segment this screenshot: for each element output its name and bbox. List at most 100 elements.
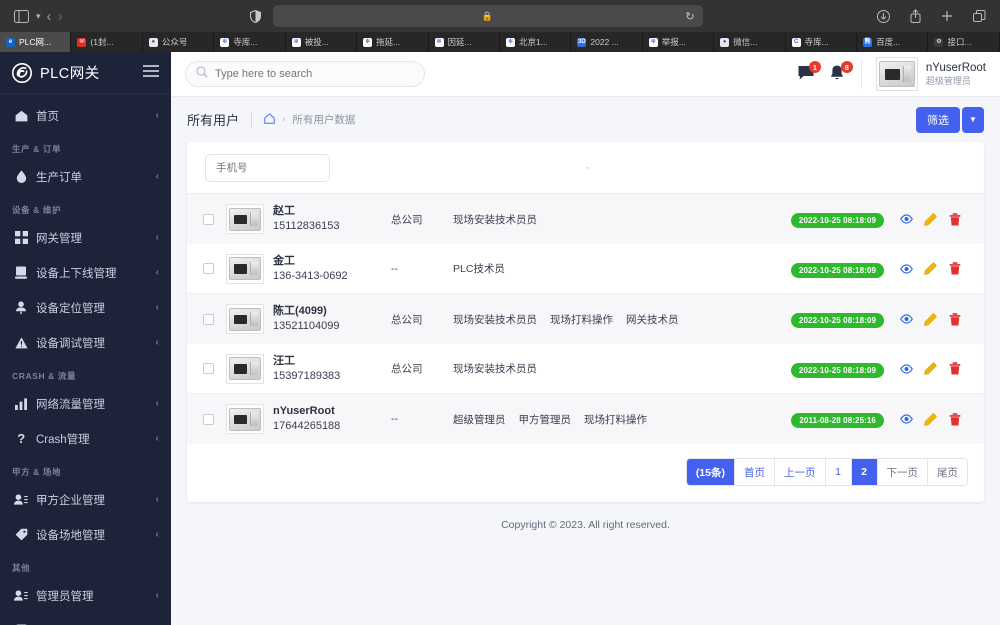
edit-pencil-icon[interactable] — [924, 262, 937, 275]
url-bar[interactable]: 🔒 ↻ — [272, 5, 703, 27]
browser-tab[interactable]: ✻ 寺库... — [214, 32, 286, 52]
plc-device-avatar — [229, 407, 261, 431]
browser-tab[interactable]: ✻ 北京1... — [499, 32, 572, 52]
sidebar-item-1-g3[interactable]: 网络流量管理 ‹ — [0, 386, 171, 421]
row-checkbox[interactable] — [203, 413, 214, 425]
filter-dot: · — [585, 161, 590, 174]
view-eye-icon[interactable] — [900, 313, 913, 326]
page-title: 所有用户 — [187, 113, 240, 128]
browser-tab[interactable]: ✻ 因延... — [428, 32, 500, 52]
user-block[interactable]: nYuserRoot 超级管理员 — [860, 57, 986, 91]
browser-tab[interactable]: 熊百度... — [857, 32, 929, 52]
sidebar-item-label: 设备上下线管理 — [36, 267, 117, 280]
delete-trash-icon[interactable] — [948, 412, 961, 426]
sidebar-brand[interactable]: PLC网关 — [0, 52, 171, 94]
row-checkbox[interactable] — [203, 213, 214, 225]
delete-trash-icon[interactable] — [948, 262, 961, 275]
sidebar-toggle-icon[interactable] — [10, 5, 32, 27]
table-row[interactable]: nYuserRoot 17644265188 -- 超级管理员 甲方管理员 现场打料操作 2… — [187, 394, 984, 444]
browser-tab[interactable]: ✻ 举报... — [642, 32, 715, 52]
pagination-plain-6[interactable]: 尾页 — [928, 459, 967, 485]
pagination-link-3[interactable]: 1 — [825, 459, 852, 485]
user-phone: 17644265188 — [273, 420, 341, 432]
row-checkbox[interactable] — [203, 363, 214, 374]
delete-trash-icon[interactable] — [948, 212, 961, 226]
phone-input[interactable] — [205, 153, 330, 182]
browser-tab[interactable]: ✻ 拖延... — [357, 32, 429, 52]
view-eye-icon[interactable] — [900, 262, 913, 275]
sidebar-item-2-g2[interactable]: 设备上下线管理 ‹ — [0, 255, 171, 290]
browser-tab[interactable]: ● 公众号 — [142, 32, 215, 52]
avatar — [226, 304, 264, 334]
breadcrumb-bar: 所有用户 › 所有用户数据 筛选 ▼ — [171, 97, 1000, 142]
question-icon: ? — [14, 432, 28, 445]
sidebar-item-2-g3[interactable]: ? Crash管理 ‹ — [0, 421, 171, 456]
share-icon[interactable] — [904, 5, 926, 27]
bell-count-badge: 8 — [840, 61, 853, 73]
browser-tab[interactable]: 3D 2022 ... — [571, 32, 643, 52]
sidebar-item-1-g4[interactable]: 甲方企业管理 ‹ — [0, 482, 171, 517]
chevron-down-icon[interactable]: ▼ — [962, 106, 984, 133]
reload-icon[interactable]: ↻ — [685, 10, 694, 23]
row-checkbox[interactable] — [203, 313, 214, 325]
sidebar-item-3-g2[interactable]: 设备定位管理 ‹ — [0, 290, 171, 325]
role-tag: 现场安装技术员员 — [453, 213, 537, 226]
browser-tab[interactable]: ✉ (1封... — [71, 32, 143, 52]
home-icon[interactable] — [264, 112, 275, 127]
browser-tab-label: 百度... — [876, 37, 901, 47]
browser-tab-label: 拖延... — [376, 37, 401, 47]
search-input[interactable] — [215, 68, 414, 80]
new-tab-icon[interactable] — [936, 5, 958, 27]
browser-tab[interactable]: C 寺库... — [785, 32, 858, 52]
edit-pencil-icon[interactable] — [924, 212, 937, 226]
pagination-count-0[interactable]: (15条) — [686, 459, 735, 485]
hamburger-icon[interactable] — [143, 65, 159, 80]
table-row[interactable]: 汪工 15397189383 总公司 现场安装技术员员 2022-10-25 08:18… — [187, 344, 984, 394]
chevron-down-icon[interactable]: ▾ — [36, 11, 41, 22]
pagination-plain-5[interactable]: 下一页 — [877, 459, 928, 485]
browser-tab[interactable]: ✻ 被投... — [285, 32, 358, 52]
table-row[interactable]: 赵工 15112836153 总公司 现场安装技术员员 2022-10-25 08:18… — [187, 194, 984, 244]
shield-icon[interactable] — [245, 5, 267, 27]
pagination-active-4[interactable]: 2 — [851, 459, 878, 485]
edit-pencil-icon[interactable] — [924, 362, 937, 375]
role-tag: 现场安装技术员员 — [453, 313, 537, 326]
table-row[interactable]: 金工 136-3413-0692 -- PLC技术员 2022-10-25 08:18:… — [187, 244, 984, 294]
delete-trash-icon[interactable] — [948, 312, 961, 326]
back-icon[interactable]: ‹ — [47, 8, 52, 25]
sidebar-item-2-g4[interactable]: 设备场地管理 ‹ — [0, 517, 171, 552]
pagination-link-2[interactable]: 上一页 — [775, 459, 826, 485]
forward-icon[interactable]: › — [58, 8, 63, 25]
sidebar-item-1-g1[interactable]: 生产订单 ‹ — [0, 159, 171, 194]
tab-overview-icon[interactable] — [968, 5, 990, 27]
sidebar-item-1-g2[interactable]: 网关管理 ‹ — [0, 220, 171, 255]
sidebar-item-4-g2[interactable]: 设备调试管理 ‹ — [0, 325, 171, 360]
edit-pencil-icon[interactable] — [924, 412, 937, 426]
user-roles: 现场安装技术员员 现场打料操作 网关技术员 — [453, 312, 791, 327]
warning-icon — [14, 336, 28, 349]
user-company: 总公司 — [391, 363, 423, 375]
sidebar-item-2-g5[interactable]: 系统设置 — [0, 613, 171, 625]
edit-pencil-icon[interactable] — [924, 312, 937, 326]
delete-trash-icon[interactable] — [948, 362, 961, 375]
message-icon[interactable]: 1 — [797, 61, 821, 83]
filter-button[interactable]: 筛选 — [916, 106, 960, 133]
browser-tab-strip: e PLC网... ✉ (1封... ● 公众号 ✻ 寺库... ✻ 被投... ✻ 拖延... ✻ 因延… — [0, 32, 1000, 52]
browser-tab[interactable]: ⚙ 接口... — [928, 32, 1000, 52]
pagination-link-1[interactable]: 首页 — [735, 459, 775, 485]
view-eye-icon[interactable] — [900, 362, 913, 375]
user-name: 金工 — [273, 254, 295, 267]
view-eye-icon[interactable] — [900, 413, 913, 426]
date-badge: 2022-10-25 08:18:09 — [790, 362, 884, 378]
sidebar-item-1-g0[interactable]: 首页 ‹ — [0, 98, 171, 133]
search-box[interactable] — [185, 61, 425, 87]
browser-tab[interactable]: ● 微信... — [714, 32, 786, 52]
bell-icon[interactable]: 8 — [829, 61, 853, 83]
view-eye-icon[interactable] — [900, 213, 913, 226]
row-checkbox[interactable] — [203, 263, 214, 274]
sidebar-item-1-g5[interactable]: 管理员管理 ‹ — [0, 578, 171, 613]
downloads-icon[interactable] — [872, 5, 894, 27]
table-row[interactable]: 陈工(4099) 13521104099 总公司 现场安装技术员员 现场打料操作 网关技术… — [187, 294, 984, 344]
user-name: 陈工(4099) — [273, 305, 327, 318]
browser-tab[interactable]: e PLC网... — [0, 32, 72, 52]
